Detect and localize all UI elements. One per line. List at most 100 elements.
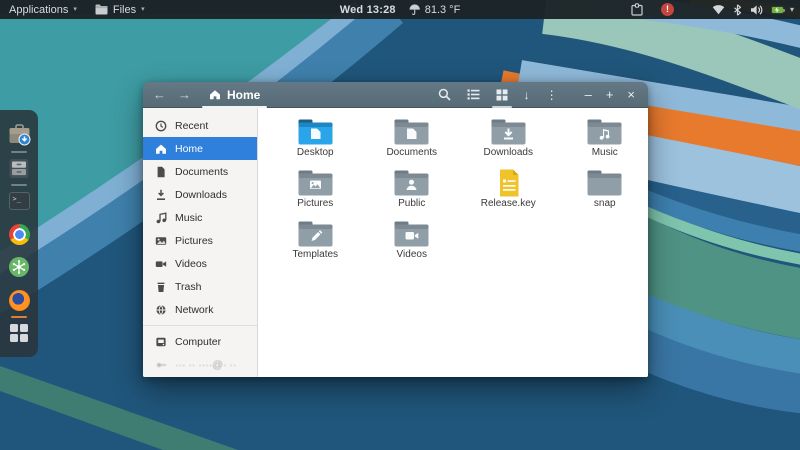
titlebar[interactable]: ← → Home ↓ ⋮ – bbox=[143, 82, 648, 108]
sidebar-item-label: Documents bbox=[175, 166, 228, 178]
dock-item-software-updater[interactable] bbox=[7, 123, 31, 147]
clock[interactable]: Wed 13:28 bbox=[340, 4, 396, 16]
file-item-videos[interactable]: Videos bbox=[364, 215, 461, 266]
chevron-down-icon: ▾ bbox=[141, 6, 145, 13]
sidebar-item-label: Trash bbox=[175, 281, 201, 293]
sidebar-item-home[interactable]: Home bbox=[143, 137, 257, 160]
system-menu-chevron-icon[interactable]: ▾ bbox=[788, 5, 794, 14]
document-icon bbox=[155, 166, 167, 178]
sidebar-item-remote-partial[interactable]: ··· ·· ····@· ·· bbox=[143, 353, 257, 376]
video-camera-icon bbox=[155, 258, 167, 270]
sidebar-item-downloads[interactable]: Downloads bbox=[143, 183, 257, 206]
network-globe-icon bbox=[155, 304, 167, 316]
sidebar-item-trash[interactable]: Trash bbox=[143, 275, 257, 298]
volume-icon[interactable] bbox=[746, 0, 767, 19]
file-label: Release.key bbox=[481, 198, 536, 210]
close-button[interactable]: × bbox=[623, 82, 639, 108]
files-app-icon bbox=[95, 4, 108, 15]
desktop: Applications ▾ Files ▾ Wed 13:28 81.3 °F bbox=[0, 0, 800, 450]
file-label: Music bbox=[592, 147, 618, 159]
file-item-pictures[interactable]: Pictures bbox=[267, 164, 364, 215]
file-item-downloads[interactable]: Downloads bbox=[460, 113, 557, 164]
files-window: ← → Home ↓ ⋮ – bbox=[143, 82, 648, 377]
file-label: Downloads bbox=[484, 147, 533, 159]
sidebar-item-computer[interactable]: Computer bbox=[143, 330, 257, 353]
file-item-desktop[interactable]: Desktop bbox=[267, 113, 364, 164]
running-indicator bbox=[11, 151, 27, 153]
file-label: Documents bbox=[386, 147, 437, 159]
dock: >_ bbox=[0, 110, 38, 357]
sidebar-item-music[interactable]: Music bbox=[143, 206, 257, 229]
dock-item-app-center[interactable] bbox=[7, 255, 31, 279]
download-progress-button[interactable]: ↓ bbox=[519, 82, 535, 108]
file-item-documents[interactable]: Documents bbox=[364, 113, 461, 164]
wifi-icon[interactable] bbox=[708, 0, 729, 19]
file-label: snap bbox=[594, 198, 616, 210]
firefox-icon bbox=[9, 290, 30, 311]
maximize-button[interactable]: + bbox=[602, 82, 618, 108]
music-note-icon bbox=[155, 212, 167, 224]
file-label: Pictures bbox=[297, 198, 333, 210]
sidebar-item-label: Videos bbox=[175, 258, 207, 270]
dock-item-firefox[interactable] bbox=[7, 288, 31, 312]
clock-icon bbox=[155, 120, 167, 132]
bluetooth-icon[interactable] bbox=[729, 0, 746, 19]
dock-item-show-applications[interactable] bbox=[7, 321, 31, 345]
forward-button[interactable]: → bbox=[172, 82, 197, 108]
running-indicator bbox=[11, 316, 27, 318]
battery-icon[interactable] bbox=[767, 0, 788, 19]
sidebar-item-label: Computer bbox=[175, 336, 221, 348]
list-view-button[interactable] bbox=[462, 82, 485, 108]
file-item-release-key[interactable]: Release.key bbox=[460, 164, 557, 215]
menu-kebab-button[interactable]: ⋮ bbox=[541, 82, 563, 108]
top-panel: Applications ▾ Files ▾ Wed 13:28 81.3 °F bbox=[0, 0, 800, 19]
tray-icon[interactable] bbox=[627, 0, 647, 19]
file-grid: Desktop Documents bbox=[258, 108, 648, 377]
terminal-prompt-glyph: >_ bbox=[13, 196, 21, 203]
file-label: Videos bbox=[397, 249, 427, 261]
sidebar-item-videos[interactable]: Videos bbox=[143, 252, 257, 275]
sidebar-item-label: Recent bbox=[175, 120, 208, 132]
home-icon bbox=[155, 143, 167, 155]
file-item-templates[interactable]: Templates bbox=[267, 215, 364, 266]
dock-item-file-cabinet[interactable] bbox=[7, 156, 31, 180]
dock-item-chrome[interactable] bbox=[7, 222, 31, 246]
sidebar-item-recent[interactable]: Recent bbox=[143, 114, 257, 137]
sidebar-item-network[interactable]: Network bbox=[143, 298, 257, 321]
sidebar-item-documents[interactable]: Documents bbox=[143, 160, 257, 183]
file-label: Templates bbox=[292, 249, 338, 261]
path-button-home[interactable]: Home bbox=[197, 82, 272, 108]
places-sidebar: Recent Home Documents Downloads Music bbox=[143, 108, 258, 377]
files-appmenu[interactable]: Files ▾ bbox=[86, 0, 154, 19]
search-button[interactable] bbox=[433, 82, 456, 108]
running-indicator bbox=[11, 184, 27, 186]
grid-view-button[interactable] bbox=[491, 82, 513, 108]
temperature-label: 81.3 °F bbox=[425, 4, 461, 16]
weather-indicator[interactable]: 81.3 °F bbox=[409, 4, 461, 16]
file-item-snap[interactable]: snap bbox=[557, 164, 649, 215]
dock-item-terminal[interactable]: >_ bbox=[7, 189, 31, 213]
computer-icon bbox=[155, 336, 167, 348]
alert-badge[interactable]: ! bbox=[661, 3, 674, 16]
picture-icon bbox=[155, 235, 167, 247]
file-item-music[interactable]: Music bbox=[557, 113, 649, 164]
sidebar-separator bbox=[143, 325, 257, 326]
applications-menu[interactable]: Applications ▾ bbox=[0, 0, 86, 19]
files-appmenu-label: Files bbox=[113, 4, 136, 16]
applications-menu-label: Applications bbox=[9, 4, 68, 16]
minimize-button[interactable]: – bbox=[581, 82, 596, 108]
file-item-public[interactable]: Public bbox=[364, 164, 461, 215]
file-label: Public bbox=[398, 198, 425, 210]
app-grid-icon bbox=[10, 324, 28, 342]
sidebar-item-label: ··· ·· ····@· ·· bbox=[175, 359, 236, 371]
trash-can-icon bbox=[155, 281, 167, 293]
home-icon bbox=[209, 89, 221, 100]
sidebar-item-label: Pictures bbox=[175, 235, 213, 247]
download-arrow-icon bbox=[155, 189, 167, 201]
back-button[interactable]: ← bbox=[147, 82, 172, 108]
sidebar-item-label: Music bbox=[175, 212, 202, 224]
sidebar-item-pictures[interactable]: Pictures bbox=[143, 229, 257, 252]
sidebar-item-label: Home bbox=[175, 143, 203, 155]
remote-location-icon bbox=[155, 359, 167, 371]
file-label: Desktop bbox=[297, 147, 334, 159]
